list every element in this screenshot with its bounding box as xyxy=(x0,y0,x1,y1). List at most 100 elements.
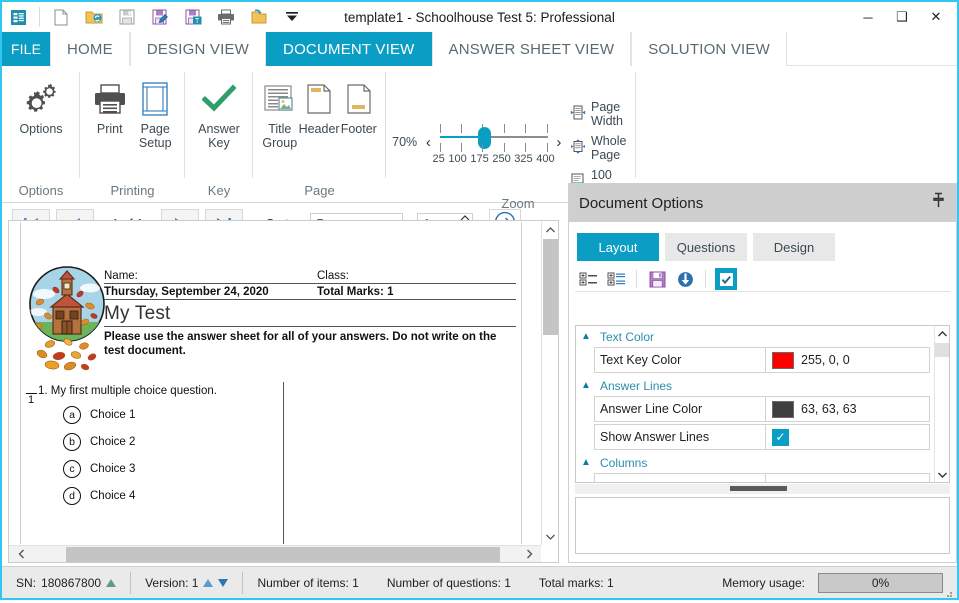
ribbon-group-zoom: 70% ‹ 25 100 175 250 xyxy=(386,66,636,202)
ribbon-tab-file[interactable]: FILE xyxy=(2,32,50,66)
new-document-icon[interactable] xyxy=(50,6,72,28)
property-row-answer-line-color[interactable]: Answer Line Color 63, 63, 63 xyxy=(594,396,930,422)
options-button[interactable]: Options xyxy=(13,72,69,136)
version-down-arrow-icon[interactable] xyxy=(218,579,228,587)
scroll-right-icon[interactable] xyxy=(517,546,541,563)
choice-bubble-c[interactable]: c xyxy=(63,460,81,478)
minimize-button[interactable]: ─ xyxy=(851,4,885,30)
document-vertical-scrollbar[interactable] xyxy=(541,221,558,545)
zoom-slider[interactable]: 25 100 175 250 325 400 xyxy=(440,119,548,165)
document-options-panel: Document Options Layout Questions Design xyxy=(568,183,957,563)
choice-bubble-a[interactable]: a xyxy=(63,406,81,424)
choice-bubble-b[interactable]: b xyxy=(63,433,81,451)
vertical-scroll-thumb[interactable] xyxy=(543,239,558,335)
panel-tab-design[interactable]: Design xyxy=(753,233,835,261)
panel-tab-questions[interactable]: Questions xyxy=(665,233,747,261)
pin-icon[interactable] xyxy=(931,192,946,214)
save-as-icon[interactable] xyxy=(149,6,171,28)
header-row-date-marks: Thursday, September 24, 2020 Total Marks… xyxy=(104,286,516,300)
resize-grip[interactable] xyxy=(943,585,953,595)
property-row-partial[interactable] xyxy=(594,473,930,483)
question-block[interactable]: 1 1. My first multiple choice question. … xyxy=(38,385,516,505)
whole-page-button[interactable]: Whole Page xyxy=(570,134,636,162)
version-up-arrow-icon[interactable] xyxy=(203,579,213,587)
page-width-button[interactable]: Page Width xyxy=(570,100,636,128)
scroll-up-icon[interactable] xyxy=(542,221,559,238)
save-icon[interactable] xyxy=(116,6,138,28)
whole-page-label: Whole Page xyxy=(591,134,636,162)
customize-toolbar-icon[interactable] xyxy=(281,6,303,28)
property-value-answer-line-color[interactable]: 63, 63, 63 xyxy=(766,397,929,421)
header-button[interactable]: Header xyxy=(299,72,340,136)
property-category-text-color[interactable]: ▲ Text Color xyxy=(576,326,934,347)
chevron-up-icon-2[interactable]: ▲ xyxy=(580,380,592,391)
horizontal-scroll-thumb[interactable] xyxy=(66,547,500,562)
color-swatch-answer-line[interactable] xyxy=(772,401,794,418)
sn-label: SN: xyxy=(16,576,36,590)
maximize-button[interactable]: ❑ xyxy=(885,4,919,30)
title-group-icon xyxy=(263,78,297,120)
ribbon-tab-document-view[interactable]: DOCUMENT VIEW xyxy=(266,32,432,66)
chevron-left-icon[interactable]: ‹ xyxy=(423,134,433,151)
grid-horizontal-scroll-thumb[interactable] xyxy=(730,486,787,491)
panel-tab-layout[interactable]: Layout xyxy=(577,233,659,261)
choice-bubble-d[interactable]: d xyxy=(63,487,81,505)
close-button[interactable]: ✕ xyxy=(919,4,953,30)
status-serial-number: SN: 180867800 xyxy=(2,572,130,594)
property-name-answer-line-color: Answer Line Color xyxy=(595,397,766,421)
scroll-left-icon[interactable] xyxy=(9,546,33,563)
footer-button[interactable]: Footer xyxy=(340,72,378,136)
grid-vertical-scrollbar[interactable] xyxy=(934,326,949,482)
version-label: Version: 1 xyxy=(145,576,198,590)
grid-scroll-up-icon[interactable] xyxy=(935,326,950,341)
scroll-down-icon[interactable] xyxy=(542,528,559,545)
status-number-of-items: Number of items: 1 xyxy=(243,572,372,594)
ribbon-tab-solution-view[interactable]: SOLUTION VIEW xyxy=(631,32,787,66)
property-row-text-key-color[interactable]: Text Key Color 255, 0, 0 xyxy=(594,347,930,373)
ribbon-tab-answer-sheet-view[interactable]: ANSWER SHEET VIEW xyxy=(432,32,632,66)
chevron-up-icon[interactable]: ▲ xyxy=(580,331,592,342)
save-template-icon[interactable]: T xyxy=(182,6,204,28)
ribbon-tab-design-view[interactable]: DESIGN VIEW xyxy=(130,32,266,66)
zoom-tick-400: 400 xyxy=(536,153,554,165)
open-folder-icon[interactable] xyxy=(83,6,105,28)
zoom-tick-25: 25 xyxy=(433,153,445,165)
chevron-right-icon[interactable]: › xyxy=(554,134,564,151)
app-menu-icon[interactable] xyxy=(3,3,33,31)
choice-d[interactable]: d Choice 4 xyxy=(63,487,516,505)
checkbox-show-answer-lines[interactable]: ✓ xyxy=(772,429,789,446)
sn-up-arrow-icon[interactable] xyxy=(106,579,116,587)
document-instructions: Please use the answer sheet for all of y… xyxy=(104,326,516,358)
property-row-show-answer-lines[interactable]: Show Answer Lines ✓ xyxy=(594,424,930,450)
answer-key-button[interactable]: AnswerKey xyxy=(193,72,245,150)
print-icon[interactable] xyxy=(215,6,237,28)
grid-vertical-scroll-thumb[interactable] xyxy=(935,343,950,357)
print-button[interactable]: Print xyxy=(88,72,132,136)
collapse-all-icon[interactable] xyxy=(577,268,599,290)
property-value-show-answer-lines[interactable]: ✓ xyxy=(766,425,929,449)
panel-header: Document Options xyxy=(569,184,956,222)
ribbon-tab-home[interactable]: HOME xyxy=(50,32,130,66)
property-category-columns[interactable]: ▲ Columns xyxy=(576,452,934,473)
property-value-text-key-color[interactable]: 255, 0, 0 xyxy=(766,348,929,372)
title-group-button[interactable]: TitleGroup xyxy=(261,72,299,150)
recent-folder-icon[interactable] xyxy=(248,6,270,28)
grid-scroll-down-icon[interactable] xyxy=(935,467,950,482)
expand-all-icon[interactable] xyxy=(605,268,627,290)
chevron-up-icon-3[interactable]: ▲ xyxy=(580,457,592,468)
property-grid[interactable]: ▲ Text Color Text Key Color 255, 0, 0 ▲ … xyxy=(575,325,950,483)
color-swatch-text-key[interactable] xyxy=(772,352,794,369)
choice-b[interactable]: b Choice 2 xyxy=(63,433,516,451)
save-settings-icon[interactable] xyxy=(646,268,668,290)
document-page[interactable]: Name: Class: Thursday, September 24, 202… xyxy=(10,222,540,544)
page-setup-button[interactable]: PageSetup xyxy=(134,72,178,150)
question-mark-value: 1 xyxy=(28,394,34,406)
choice-a[interactable]: a Choice 1 xyxy=(63,406,516,424)
show-description-icon[interactable] xyxy=(715,268,737,290)
restore-defaults-icon[interactable] xyxy=(674,268,696,290)
grid-horizontal-scrollbar[interactable] xyxy=(575,484,950,494)
document-horizontal-scrollbar[interactable] xyxy=(9,545,541,562)
choice-c[interactable]: c Choice 3 xyxy=(63,460,516,478)
category-label-columns: Columns xyxy=(600,456,647,470)
property-category-answer-lines[interactable]: ▲ Answer Lines xyxy=(576,375,934,396)
